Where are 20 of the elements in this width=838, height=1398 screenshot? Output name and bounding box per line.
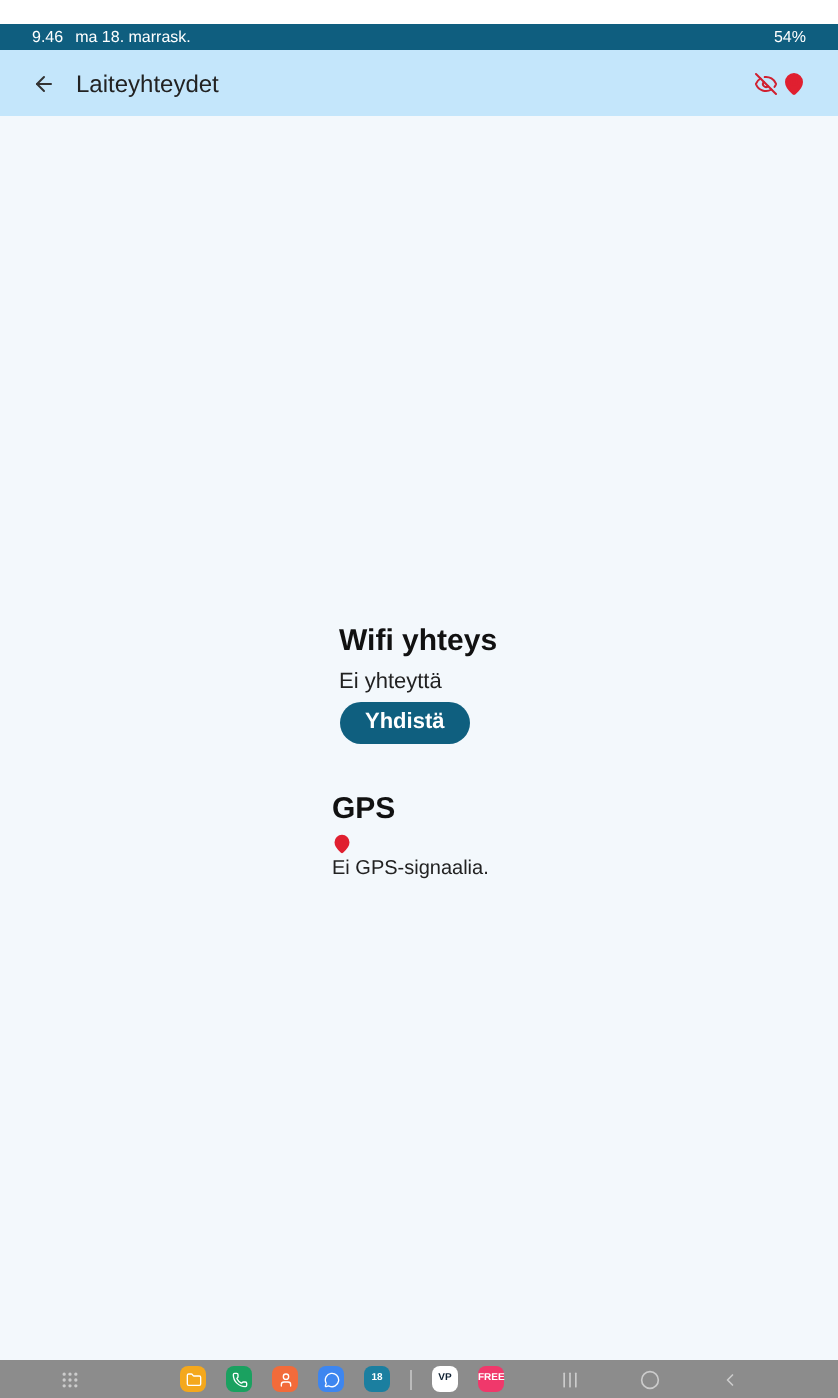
page-title: Laiteyhteydet bbox=[76, 67, 219, 101]
status-date: ma 18. marrask. bbox=[75, 25, 191, 49]
section-title: Wifi yhteys bbox=[339, 622, 500, 662]
section-title: GPS bbox=[332, 790, 398, 830]
visibility-off-icon bbox=[754, 71, 778, 95]
battery-level: 54% bbox=[773, 25, 806, 49]
location-pin-icon bbox=[332, 833, 352, 853]
app-drawer-icon[interactable] bbox=[60, 1369, 80, 1389]
status-text: Ei GPS-signaalia. bbox=[332, 855, 491, 883]
back-icon[interactable] bbox=[32, 71, 56, 95]
messages-app-icon[interactable] bbox=[318, 1366, 344, 1392]
connect-button[interactable]: Yhdistä bbox=[339, 702, 471, 744]
contacts-app-icon[interactable] bbox=[272, 1366, 298, 1392]
home-icon[interactable] bbox=[640, 1369, 661, 1389]
recent-apps-icon[interactable] bbox=[560, 1369, 581, 1389]
folder-app-icon[interactable] bbox=[180, 1366, 206, 1392]
phone-app-icon[interactable] bbox=[226, 1366, 252, 1392]
status-time: 9.46 bbox=[32, 25, 64, 49]
location-pin-icon bbox=[782, 71, 806, 95]
status-text: Ei yhteyttä bbox=[339, 667, 444, 697]
